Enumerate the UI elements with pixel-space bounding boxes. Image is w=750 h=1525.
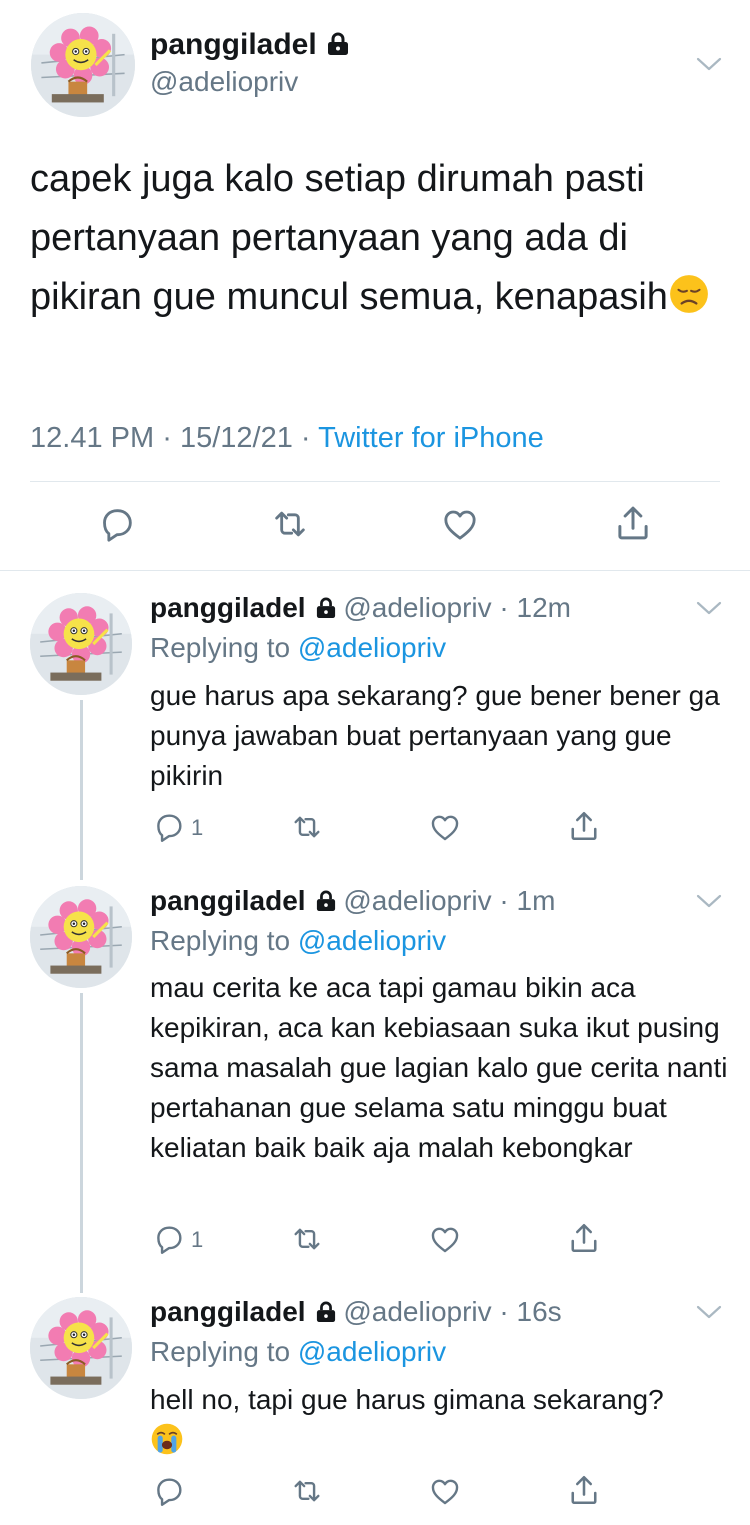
reply-avatar[interactable]: [30, 593, 132, 695]
main-handle[interactable]: @adeliopriv: [150, 66, 298, 98]
divider: [30, 481, 720, 482]
reply-avatar[interactable]: [30, 1297, 132, 1399]
replying-to-link[interactable]: @adeliopriv: [298, 925, 446, 956]
meta-separator: ·: [491, 592, 517, 623]
replying-label: Replying to: [150, 925, 291, 956]
reply-header: panggiladel @adeliopriv · 16s: [150, 1296, 562, 1328]
main-chevron-down-icon[interactable]: [696, 56, 722, 72]
retweet-icon[interactable]: [270, 504, 310, 544]
lock-icon: [316, 890, 336, 912]
display-name[interactable]: panggiladel: [150, 885, 306, 916]
retweet-icon[interactable]: [290, 1222, 324, 1256]
share-icon[interactable]: [566, 808, 602, 844]
main-tweet-text: capek juga kalo setiap dirumah pasti per…: [30, 150, 720, 327]
retweet-icon[interactable]: [290, 810, 324, 844]
handle[interactable]: @adeliopriv: [343, 1296, 491, 1327]
reply-text: hell no, tapi gue harus gimana sekarang?: [150, 1380, 730, 1456]
lock-icon: [327, 32, 349, 56]
meta-separator: ·: [491, 885, 517, 916]
loudly-crying-face-icon: [150, 1422, 730, 1456]
handle[interactable]: @adeliopriv: [343, 885, 491, 916]
tweet-text: hell no, tapi gue harus gimana sekarang?: [150, 1384, 664, 1415]
reply-text: mau cerita ke aca tapi gamau bikin aca k…: [150, 972, 728, 1163]
tweet-text: capek juga kalo setiap dirumah pasti per…: [30, 158, 668, 318]
replying-to: Replying to @adeliopriv: [150, 632, 446, 664]
reply-text: gue harus apa sekarang? gue bener bener …: [150, 680, 720, 791]
reply-icon[interactable]: [97, 504, 137, 544]
reply-header: panggiladel @adeliopriv · 1m: [150, 885, 555, 917]
replying-label: Replying to: [150, 632, 291, 663]
reply-count: 1: [191, 1227, 204, 1252]
replying-to: Replying to @adeliopriv: [150, 1336, 446, 1368]
reply-avatar[interactable]: [30, 886, 132, 988]
reply-chevron-down-icon[interactable]: [696, 600, 722, 616]
reply-count: 1: [191, 815, 204, 840]
reply-time[interactable]: 16s: [517, 1296, 562, 1327]
meta-separator: ·: [300, 422, 311, 454]
share-icon[interactable]: [566, 1472, 602, 1508]
reply-header: panggiladel @adeliopriv · 12m: [150, 592, 571, 624]
lock-icon: [316, 1301, 336, 1323]
like-icon[interactable]: [440, 504, 480, 544]
replying-to: Replying to @adeliopriv: [150, 925, 446, 957]
like-icon[interactable]: [428, 810, 462, 844]
reply-time[interactable]: 12m: [517, 592, 571, 623]
section-divider: [0, 570, 750, 571]
main-tweet-meta: 12.41 PM · 15/12/21 · Twitter for iPhone: [30, 422, 544, 455]
disappointed-face-icon: [668, 273, 710, 315]
reply-chevron-down-icon[interactable]: [696, 1304, 722, 1320]
reply-icon[interactable]: [152, 1474, 186, 1508]
replying-label: Replying to: [150, 1336, 291, 1367]
thread-line: [80, 700, 83, 880]
thread-line: [80, 993, 83, 1293]
reply-icon[interactable]: [152, 1222, 186, 1256]
tweet-source-link[interactable]: Twitter for iPhone: [318, 422, 544, 454]
handle[interactable]: @adeliopriv: [343, 592, 491, 623]
display-name: panggiladel: [150, 28, 317, 61]
reply-chevron-down-icon[interactable]: [696, 893, 722, 909]
share-icon[interactable]: [566, 1220, 602, 1256]
meta-separator: ·: [162, 422, 172, 454]
replying-to-link[interactable]: @adeliopriv: [298, 632, 446, 663]
retweet-icon[interactable]: [290, 1474, 324, 1508]
tweet-date: 15/12/21: [179, 422, 293, 454]
display-name[interactable]: panggiladel: [150, 1296, 306, 1327]
main-avatar[interactable]: [31, 13, 135, 117]
reply-time[interactable]: 1m: [517, 885, 556, 916]
share-icon[interactable]: [612, 502, 654, 544]
like-icon[interactable]: [428, 1222, 462, 1256]
tweet-time: 12.41 PM: [30, 422, 155, 454]
replying-to-link[interactable]: @adeliopriv: [298, 1336, 446, 1367]
meta-separator: ·: [491, 1296, 517, 1327]
reply-icon[interactable]: [152, 810, 186, 844]
display-name[interactable]: panggiladel: [150, 592, 306, 623]
like-icon[interactable]: [428, 1474, 462, 1508]
main-display-name[interactable]: panggiladel: [150, 28, 349, 62]
lock-icon: [316, 597, 336, 619]
